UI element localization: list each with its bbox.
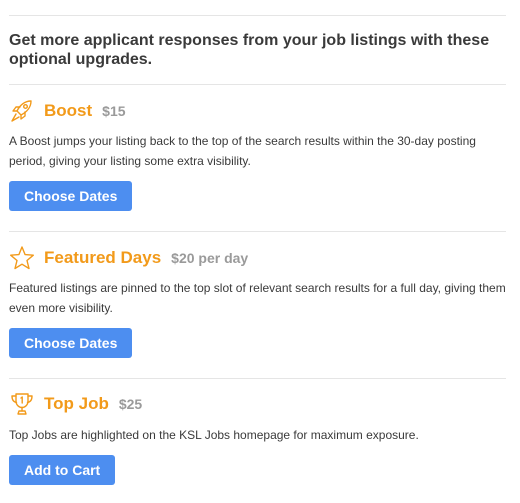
top-divider (9, 15, 506, 16)
upgrade-top-job: Top Job $25 Top Jobs are highlighted on … (9, 389, 506, 489)
add-to-cart-button[interactable]: Add to Cart (9, 455, 116, 485)
upgrade-title-row: Featured Days $20 per day (9, 243, 248, 273)
divider (9, 84, 506, 85)
divider (9, 378, 506, 379)
upgrade-price: $15 (102, 103, 126, 119)
upgrades-heading: Get more applicant responses from your j… (9, 32, 490, 68)
upgrade-description: Top Jobs are highlighted on the KSL Jobs… (9, 428, 419, 442)
upgrade-title-row: Boost $15 (9, 96, 126, 126)
upgrade-title-row: Top Job $25 (9, 389, 142, 419)
upgrade-price: $25 (118, 396, 143, 412)
choose-dates-button[interactable]: Choose Dates (9, 328, 133, 358)
rocket-icon (9, 98, 35, 124)
upgrade-description: A Boost jumps your listing back to the t… (9, 134, 476, 168)
upgrade-boost: Boost $15 A Boost jumps your listing bac… (9, 95, 506, 215)
divider (9, 231, 506, 232)
upgrade-description: Featured listings are pinned to the top … (9, 281, 506, 315)
trophy-icon (9, 391, 35, 417)
upgrade-title: Top Job (44, 394, 109, 413)
upgrade-featured-days: Featured Days $20 per day Featured listi… (9, 242, 506, 362)
star-icon (9, 245, 35, 271)
upgrade-title: Boost (44, 101, 93, 120)
upgrade-price: $20 per day (171, 250, 249, 266)
upgrade-title: Featured Days (44, 248, 162, 267)
upgrades-panel: Get more applicant responses from your j… (0, 0, 520, 503)
choose-dates-button[interactable]: Choose Dates (9, 181, 133, 211)
